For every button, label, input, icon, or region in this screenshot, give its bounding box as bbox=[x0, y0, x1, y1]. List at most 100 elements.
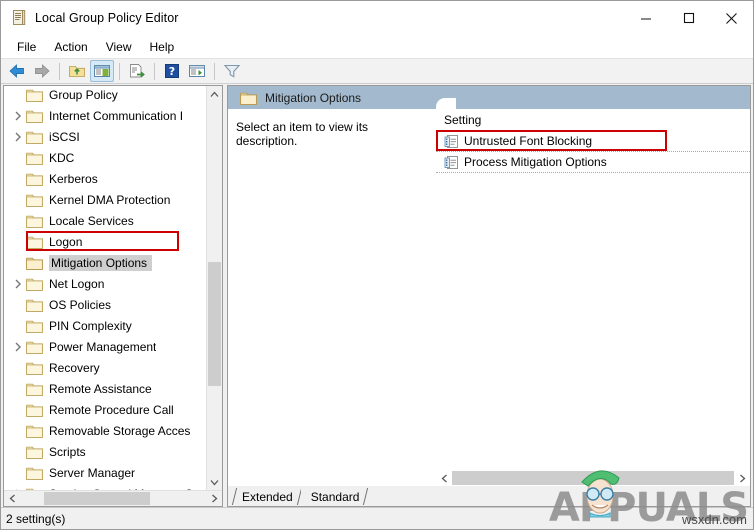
up-one-level-button[interactable] bbox=[65, 60, 89, 82]
settings-pane-body: Select an item to view its description. … bbox=[228, 109, 750, 470]
policy-setting-icon bbox=[444, 134, 459, 149]
tree-item-label: PIN Complexity bbox=[49, 318, 132, 333]
chevron-right-icon[interactable] bbox=[10, 111, 26, 121]
tree-items: Group Policy Internet Communication I iS… bbox=[4, 86, 222, 490]
settings-hscroll-thumb[interactable] bbox=[452, 471, 734, 485]
tree-item-label: Kernel DMA Protection bbox=[49, 192, 171, 207]
tree-item-label: Mitigation Options bbox=[49, 254, 153, 271]
table-row[interactable]: Untrusted Font Blocking bbox=[436, 131, 750, 152]
folder-icon bbox=[26, 277, 43, 291]
column-header-setting[interactable]: Setting bbox=[436, 109, 750, 131]
tree-item-label: Group Policy bbox=[49, 87, 118, 102]
filter-button[interactable] bbox=[220, 60, 244, 82]
tree-item-os-policies[interactable]: OS Policies bbox=[4, 294, 222, 315]
tree-item-removable-storage-access[interactable]: Removable Storage Acces bbox=[4, 420, 222, 441]
tree-item-remote-procedure-call[interactable]: Remote Procedure Call bbox=[4, 399, 222, 420]
menu-help[interactable]: Help bbox=[141, 38, 184, 56]
folder-icon bbox=[26, 172, 43, 186]
tree-item-label: iSCSI bbox=[49, 129, 80, 144]
folder-icon bbox=[26, 361, 43, 375]
tree-item-label: Server Manager bbox=[49, 465, 136, 480]
help-button[interactable]: ? bbox=[160, 60, 184, 82]
toolbar-separator bbox=[154, 62, 155, 80]
settings-list: Setting Untrusted Font Blocking Process … bbox=[436, 109, 750, 470]
tree-item-logon[interactable]: Logon bbox=[4, 231, 222, 252]
tree-item-kernel-dma-protection[interactable]: Kernel DMA Protection bbox=[4, 189, 222, 210]
folder-icon bbox=[26, 445, 43, 459]
scroll-down-button[interactable] bbox=[207, 474, 222, 490]
tree-item-label: Logon bbox=[49, 234, 83, 249]
tree-item-label: KDC bbox=[49, 150, 75, 165]
tree-item-net-logon[interactable]: Net Logon bbox=[4, 273, 222, 294]
scroll-left-button[interactable] bbox=[4, 491, 20, 506]
folder-icon bbox=[26, 382, 43, 396]
settings-pane-header: Mitigation Options bbox=[228, 86, 750, 109]
tree-item-iscsi[interactable]: iSCSI bbox=[4, 126, 222, 147]
folder-icon bbox=[26, 109, 43, 123]
menu-action[interactable]: Action bbox=[45, 38, 96, 56]
tree-horizontal-scrollbar[interactable] bbox=[4, 490, 222, 506]
scroll-up-button[interactable] bbox=[207, 86, 222, 102]
tab-extended[interactable]: Extended bbox=[231, 487, 302, 506]
folder-icon bbox=[26, 466, 43, 480]
tree-hscroll-thumb[interactable] bbox=[44, 492, 150, 505]
console-tree-pane: Group Policy Internet Communication I iS… bbox=[3, 85, 223, 507]
tree-item-kdc[interactable]: KDC bbox=[4, 147, 222, 168]
settings-scroll-right-button[interactable] bbox=[734, 470, 750, 486]
tree-item-power-management[interactable]: Power Management bbox=[4, 336, 222, 357]
tree-item-locale-services[interactable]: Locale Services bbox=[4, 210, 222, 231]
folder-icon bbox=[26, 319, 43, 333]
back-button[interactable] bbox=[5, 60, 29, 82]
policy-document-icon bbox=[10, 9, 28, 27]
folder-icon bbox=[26, 193, 43, 207]
tree-item-label: Recovery bbox=[49, 360, 100, 375]
tree-item-kerberos[interactable]: Kerberos bbox=[4, 168, 222, 189]
tree-item-label: Internet Communication I bbox=[49, 108, 184, 123]
show-hide-action-pane-button[interactable] bbox=[185, 60, 209, 82]
toolbar-separator bbox=[119, 62, 120, 80]
scroll-right-button[interactable] bbox=[206, 491, 222, 506]
folder-icon bbox=[26, 151, 43, 165]
main-body: Group Policy Internet Communication I iS… bbox=[1, 84, 753, 507]
chevron-right-icon[interactable] bbox=[10, 279, 26, 289]
view-tabs: Extended Standard bbox=[228, 486, 750, 506]
window-title: Local Group Policy Editor bbox=[35, 11, 179, 25]
folder-icon bbox=[26, 235, 43, 249]
close-button[interactable] bbox=[710, 1, 753, 35]
tree-item-group-policy[interactable]: Group Policy bbox=[4, 86, 222, 105]
tree-item-label: Power Management bbox=[49, 339, 157, 354]
chevron-right-icon[interactable] bbox=[10, 132, 26, 142]
tree-item-mitigation-options[interactable]: Mitigation Options bbox=[4, 252, 222, 273]
folder-icon bbox=[26, 130, 43, 144]
export-list-button[interactable] bbox=[125, 60, 149, 82]
menu-file[interactable]: File bbox=[8, 38, 45, 56]
minimize-button[interactable] bbox=[624, 1, 667, 35]
status-bar: 2 setting(s) bbox=[1, 507, 753, 529]
tree-item-scripts[interactable]: Scripts bbox=[4, 441, 222, 462]
tree-item-recovery[interactable]: Recovery bbox=[4, 357, 222, 378]
console-tree[interactable]: Group Policy Internet Communication I iS… bbox=[4, 86, 222, 490]
tree-item-service-control-manager-settings[interactable]: Service Control Manager S bbox=[4, 483, 222, 490]
settings-scroll-left-button[interactable] bbox=[436, 470, 452, 486]
tab-standard[interactable]: Standard bbox=[300, 487, 369, 506]
folder-icon bbox=[26, 88, 43, 102]
tree-item-server-manager[interactable]: Server Manager bbox=[4, 462, 222, 483]
show-hide-console-tree-button[interactable] bbox=[90, 60, 114, 82]
tree-item-remote-assistance[interactable]: Remote Assistance bbox=[4, 378, 222, 399]
description-text: Select an item to view its description. bbox=[236, 120, 369, 148]
chevron-right-icon[interactable] bbox=[10, 342, 26, 352]
tree-scroll-thumb[interactable] bbox=[208, 262, 221, 386]
tree-item-pin-complexity[interactable]: PIN Complexity bbox=[4, 315, 222, 336]
tab-divider bbox=[363, 488, 369, 505]
table-row[interactable]: Process Mitigation Options bbox=[436, 152, 750, 173]
maximize-button[interactable] bbox=[667, 1, 710, 35]
tree-item-internet-communication[interactable]: Internet Communication I bbox=[4, 105, 222, 126]
header-corner-shape bbox=[436, 86, 456, 109]
tree-vertical-scrollbar[interactable] bbox=[206, 86, 222, 490]
settings-horizontal-scrollbar[interactable] bbox=[228, 470, 750, 486]
menu-view[interactable]: View bbox=[97, 38, 141, 56]
status-text: 2 setting(s) bbox=[6, 511, 66, 526]
forward-button[interactable] bbox=[30, 60, 54, 82]
folder-icon bbox=[26, 298, 43, 312]
toolbar-separator bbox=[214, 62, 215, 80]
